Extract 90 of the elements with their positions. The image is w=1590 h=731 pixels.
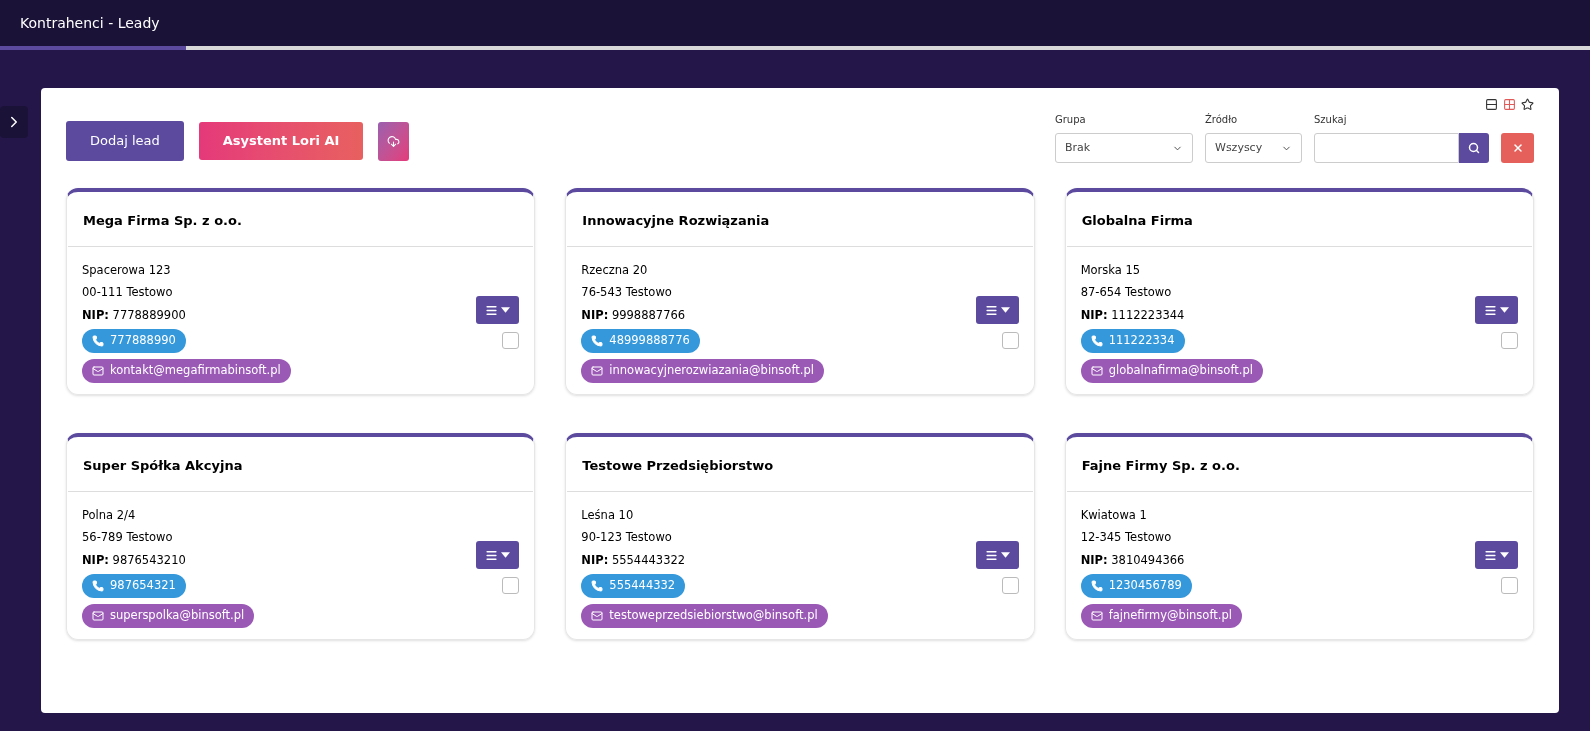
cloud-download-button[interactable] — [378, 121, 410, 161]
caret-icon — [501, 552, 511, 558]
menu-icon — [984, 303, 998, 317]
caret-icon — [1000, 552, 1010, 558]
company-name: Fajne Firmy Sp. z o.o. — [1081, 458, 1240, 473]
company-name: Innowacyjne Rozwiązania — [582, 213, 770, 228]
street-address: Spacerowa 123 — [82, 262, 171, 279]
add-lead-button[interactable]: Dodaj lead — [66, 121, 184, 161]
actions-menu-button[interactable] — [1475, 541, 1518, 569]
street-address: Rzeczna 20 — [581, 262, 648, 279]
tax-id: NIP: 5554443322 — [581, 552, 686, 569]
phone-icon — [1090, 335, 1103, 347]
phone-badge[interactable]: 111222334 — [1080, 329, 1185, 353]
postal-city: 56-789 Testowo — [82, 529, 173, 546]
street-address: Morska 15 — [1080, 262, 1141, 279]
grid-view-icon[interactable] — [1503, 98, 1516, 111]
menu-icon — [485, 548, 499, 562]
postal-city: 87-654 Testowo — [1080, 284, 1172, 301]
email-badge[interactable]: innowacyjnerozwiazania@binsoft.pl — [581, 359, 824, 383]
filter-select[interactable]: Wszyscy — [1205, 133, 1302, 163]
tax-id: NIP: 9876543210 — [82, 552, 186, 569]
page-title: Kontrahenci - Leady — [20, 13, 160, 33]
select-checkbox[interactable] — [1001, 577, 1019, 594]
email-badge[interactable]: superspolka@binsoft.pl — [82, 604, 255, 628]
company-name: Globalna Firma — [1081, 213, 1193, 228]
mail-icon — [1090, 365, 1103, 377]
email-badge[interactable]: testoweprzedsiebiorstwo@binsoft.pl — [581, 604, 828, 628]
phone-icon — [92, 335, 104, 347]
phone-badge[interactable]: 555444332 — [581, 574, 686, 598]
phone-badge[interactable]: 1230456789 — [1080, 574, 1192, 598]
phone-badge[interactable]: 777888990 — [82, 329, 186, 353]
tax-id: NIP: 9998887766 — [581, 307, 686, 324]
menu-icon — [485, 303, 499, 317]
email-badge[interactable]: kontakt@megafirmabinsoft.pl — [82, 359, 291, 383]
favorite-star-icon[interactable] — [1521, 98, 1534, 111]
select-checkbox[interactable] — [1501, 577, 1518, 594]
select-checkbox[interactable] — [1001, 332, 1019, 349]
phone-badge[interactable]: 48999888776 — [581, 329, 700, 353]
search-field[interactable] — [1314, 133, 1459, 163]
caret-icon — [1500, 552, 1509, 558]
email-badge[interactable]: fajnefirmy@binsoft.pl — [1080, 604, 1242, 628]
mail-icon — [92, 610, 104, 622]
postal-city: 76-543 Testowo — [581, 284, 672, 301]
phone-icon — [591, 580, 604, 592]
filter-label: Źródło — [1205, 112, 1239, 127]
menu-icon — [1484, 303, 1497, 317]
actions-menu-button[interactable] — [476, 541, 520, 569]
select-checkbox[interactable] — [1501, 332, 1518, 349]
select-checkbox[interactable] — [502, 332, 520, 349]
actions-menu-button[interactable] — [476, 296, 520, 324]
caret-icon — [1000, 307, 1010, 313]
street-address: Polna 2/4 — [82, 507, 136, 524]
filter-label: Szukaj — [1314, 113, 1348, 127]
menu-icon — [984, 548, 998, 562]
company-name: Testowe Przedsiębiorstwo — [582, 458, 774, 473]
menu-icon — [1484, 548, 1497, 562]
tax-id: NIP: 7778889900 — [82, 307, 186, 324]
mail-icon — [92, 365, 104, 377]
cloud-download-icon — [387, 134, 401, 148]
phone-icon — [92, 580, 104, 592]
company-name: Mega Firma Sp. z o.o. — [83, 213, 242, 228]
filter-label: Grupa — [1055, 113, 1087, 127]
mail-icon — [591, 610, 604, 622]
phone-icon — [591, 335, 604, 347]
caret-icon — [1500, 307, 1509, 313]
postal-city: 12-345 Testowo — [1080, 529, 1172, 546]
street-address: Kwiatowa 1 — [1080, 507, 1147, 524]
ai-assistant-button[interactable]: Asystent Lori AI — [198, 122, 364, 160]
search-button[interactable] — [1459, 133, 1489, 163]
postal-city: 00-111 Testowo — [82, 284, 173, 301]
tax-id: NIP: 1112223344 — [1080, 307, 1185, 324]
email-badge[interactable]: globalnafirma@binsoft.pl — [1080, 359, 1263, 383]
actions-menu-button[interactable] — [1475, 296, 1518, 324]
company-name: Super Spółka Akcyjna — [83, 458, 243, 473]
close-icon — [1511, 142, 1524, 154]
filter-select[interactable]: Brak — [1055, 133, 1193, 163]
search-icon — [1468, 142, 1480, 154]
tax-id: NIP: 3810494366 — [1080, 552, 1185, 569]
phone-icon — [1090, 580, 1103, 592]
phone-badge[interactable]: 987654321 — [82, 574, 186, 598]
caret-icon — [501, 307, 511, 313]
list-view-icon[interactable] — [1485, 98, 1498, 111]
street-address: Leśna 10 — [581, 507, 634, 524]
select-checkbox[interactable] — [502, 577, 520, 594]
actions-menu-button[interactable] — [975, 541, 1019, 569]
mail-icon — [1090, 610, 1103, 622]
postal-city: 90-123 Testowo — [581, 529, 672, 546]
mail-icon — [591, 365, 604, 377]
actions-menu-button[interactable] — [975, 296, 1019, 324]
sidebar-toggle-button[interactable] — [0, 106, 28, 138]
